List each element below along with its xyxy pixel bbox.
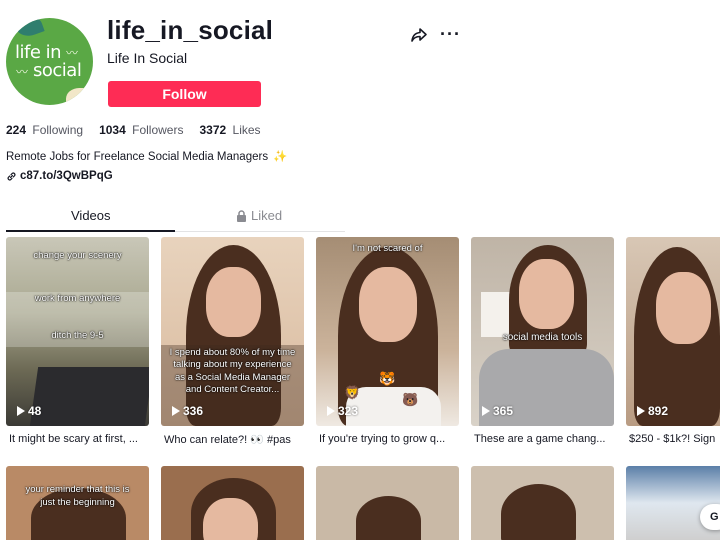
video-caption[interactable]: $250 - $1k?! Sign	[629, 433, 720, 445]
video-overlay-text: your reminder that this is	[25, 484, 130, 495]
play-icon	[172, 406, 180, 416]
profile-bio: Remote Jobs for Freelance Social Media M…	[6, 149, 288, 163]
person-face	[203, 498, 258, 540]
tab-liked-label: Liked	[251, 208, 283, 223]
sparkle-emoji: ✨	[273, 151, 288, 163]
follow-button[interactable]: Follow	[108, 81, 261, 107]
person-hair	[501, 484, 576, 540]
view-count: 48	[17, 404, 41, 418]
link-text: c87.to/3QwBPqG	[20, 170, 113, 182]
view-count: 336	[172, 404, 203, 418]
play-icon	[637, 406, 645, 416]
video-overlay-text: I'm not scared of	[352, 243, 423, 254]
tab-liked[interactable]: Liked	[236, 208, 282, 223]
profile-tabs: Videos Liked	[6, 205, 345, 232]
video-overlay-text: I spend about 80% of my time talking abo…	[169, 347, 296, 396]
play-icon	[17, 406, 25, 416]
followers-label: Followers	[132, 123, 184, 137]
avatar[interactable]: life in 〰 〰 social	[6, 18, 93, 105]
video-overlay-text: ditch the 9-5	[51, 330, 104, 341]
profile-username: life_in_social	[107, 15, 274, 45]
video-card[interactable]	[161, 466, 304, 540]
video-card[interactable]: social media tools 365	[471, 237, 614, 426]
view-count: 323	[327, 404, 358, 418]
video-card[interactable]	[626, 466, 720, 540]
view-count: 365	[482, 404, 513, 418]
following-count: 224	[6, 123, 27, 137]
profile-stats: 224 Following 1034 Followers 3372 Likes	[6, 123, 261, 137]
followers-stat[interactable]: 1034 Followers	[99, 123, 183, 137]
following-stat[interactable]: 224 Following	[6, 123, 83, 137]
active-tab-indicator	[6, 230, 175, 232]
video-card[interactable]: 892	[626, 237, 720, 426]
video-card[interactable]	[471, 466, 614, 540]
video-caption[interactable]: These are a game chang...	[474, 433, 617, 445]
video-card[interactable]: I'm not scared of 🦁 🐯 🐻 323	[316, 237, 459, 426]
tab-videos[interactable]: Videos	[71, 208, 111, 223]
bio-text: Remote Jobs for Freelance Social Media M…	[6, 151, 269, 163]
following-label: Following	[32, 123, 84, 137]
person-shirt	[346, 387, 441, 426]
leaf-decoration	[13, 18, 45, 40]
video-overlay-text: change your scenery	[33, 250, 122, 261]
video-caption[interactable]: If you're trying to grow q...	[319, 433, 462, 445]
profile-nickname: Life In Social	[107, 50, 188, 66]
get-app-button[interactable]: G	[700, 504, 720, 530]
video-card[interactable]: your reminder that this is just the begi…	[6, 466, 149, 540]
share-icon[interactable]	[410, 26, 428, 44]
person-hair	[356, 496, 421, 540]
video-overlay-text: just the beginning	[40, 497, 115, 508]
video-caption[interactable]: Who can relate?! 👀 #pas	[164, 433, 307, 446]
wave-decoration: 〰	[16, 65, 29, 79]
person-face	[206, 267, 261, 337]
avatar-text-line2: social	[33, 60, 82, 81]
person-face	[656, 272, 711, 344]
video-overlay-text: work from anywhere	[34, 293, 121, 304]
play-icon	[482, 406, 490, 416]
profile-link[interactable]: c87.to/3QwBPqG	[6, 170, 113, 182]
more-icon[interactable]: ···	[440, 25, 461, 43]
video-card[interactable]	[316, 466, 459, 540]
bear-emoji: 🐻	[402, 392, 419, 407]
link-icon	[7, 172, 16, 180]
leaf-decoration	[66, 88, 88, 105]
play-icon	[327, 406, 335, 416]
wave-decoration: 〰	[66, 46, 79, 60]
video-card[interactable]: I spend about 80% of my time talking abo…	[161, 237, 304, 426]
laptop-image	[29, 367, 149, 426]
likes-count: 3372	[199, 123, 227, 137]
video-caption[interactable]: It might be scary at first, ...	[9, 433, 152, 445]
person-face	[359, 267, 417, 342]
lion-emoji: 🦁	[344, 385, 361, 400]
likes-label: Likes	[232, 123, 261, 137]
tiger-emoji: 🐯	[379, 371, 396, 386]
lock-icon	[237, 209, 246, 222]
likes-stat: 3372 Likes	[199, 123, 260, 137]
person-face	[519, 259, 574, 329]
video-overlay-text: social media tools	[502, 332, 583, 343]
view-count: 892	[637, 404, 668, 418]
followers-count: 1034	[99, 123, 126, 137]
video-card[interactable]: change your scenery work from anywhere d…	[6, 237, 149, 426]
